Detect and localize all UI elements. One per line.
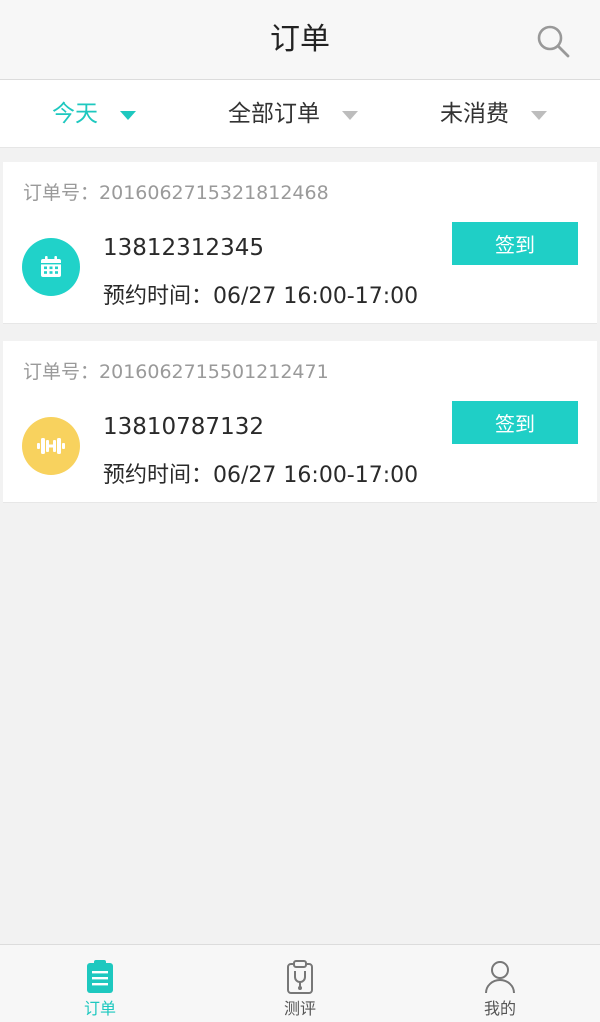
order-card: 订单号：2016062715321812468 13812312345 预约时间… (3, 162, 597, 324)
order-phone: 13812312345 (103, 235, 264, 261)
page-title: 订单 (270, 22, 330, 57)
tab-orders[interactable]: 订单 (0, 945, 200, 1022)
tab-evaluation[interactable]: 测评 (200, 945, 400, 1022)
order-time-label: 预约时间： (103, 284, 214, 309)
filter-bar: 今天 全部订单 未消费 (0, 80, 600, 148)
clipboard-stethoscope-icon (287, 960, 313, 994)
order-type-badge (22, 417, 80, 475)
filter-today[interactable]: 今天 (52, 80, 136, 148)
dumbbell-icon (37, 438, 65, 454)
filter-today-label: 今天 (52, 101, 98, 127)
order-time: 预约时间：06/27 16:00-17:00 (103, 281, 418, 313)
filter-all-orders-label: 全部订单 (228, 101, 320, 127)
order-card: 订单号：2016062715501212471 13810787132 预约时间… (3, 341, 597, 503)
search-icon[interactable] (534, 22, 572, 60)
filter-all-orders[interactable]: 全部订单 (228, 80, 358, 148)
caret-down-icon (120, 110, 136, 120)
bottom-tab-bar: 订单 测评 我的 (0, 944, 600, 1022)
order-time-label: 预约时间： (103, 463, 214, 488)
order-time-value: 06/27 16:00-17:00 (213, 284, 419, 309)
checkin-button[interactable]: 签到 (452, 222, 578, 265)
app-root: 订单 今天 全部订单 未消费 订单号：2016062715321812468 1… (0, 0, 600, 1022)
order-number-value: 2016062715501212471 (99, 361, 329, 383)
caret-down-icon (342, 110, 358, 120)
checkin-button[interactable]: 签到 (452, 401, 578, 444)
filter-unconsumed[interactable]: 未消费 (440, 80, 547, 148)
tab-orders-label: 订单 (83, 999, 116, 1018)
tab-mine-label: 我的 (483, 999, 516, 1018)
caret-down-icon (531, 110, 547, 120)
clipboard-list-icon (87, 960, 113, 993)
order-type-badge (22, 238, 80, 296)
order-number: 订单号：2016062715321812468 (23, 180, 329, 206)
calendar-icon (41, 256, 61, 277)
order-number: 订单号：2016062715501212471 (23, 359, 329, 385)
order-number-value: 2016062715321812468 (99, 182, 329, 204)
tab-mine[interactable]: 我的 (400, 945, 600, 1022)
app-header: 订单 (0, 0, 600, 80)
filter-unconsumed-label: 未消费 (440, 101, 509, 127)
order-number-label: 订单号： (23, 361, 100, 383)
tab-evaluation-label: 测评 (283, 999, 316, 1018)
order-phone: 13810787132 (103, 414, 264, 440)
user-icon (485, 961, 515, 994)
order-time: 预约时间：06/27 16:00-17:00 (103, 460, 418, 492)
order-time-value: 06/27 16:00-17:00 (213, 463, 419, 488)
order-number-label: 订单号： (23, 182, 100, 204)
